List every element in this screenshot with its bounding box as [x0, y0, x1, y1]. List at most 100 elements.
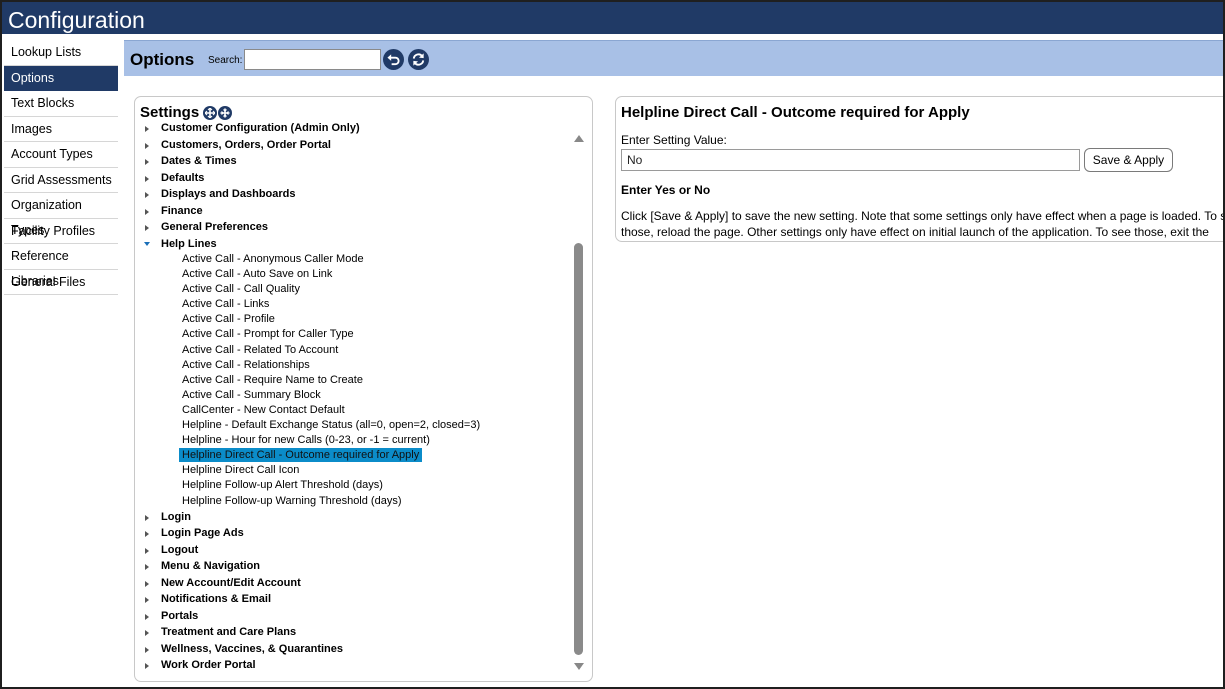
tree-item-label: Active Call - Links: [182, 298, 270, 311]
collapsed-arrow-icon[interactable]: [145, 159, 149, 165]
tree-category[interactable]: Customers, Orders, Order Portal: [135, 137, 571, 154]
search-label: Search:: [208, 55, 243, 66]
tree-category[interactable]: Wellness, Vaccines, & Quarantines: [135, 641, 571, 658]
tree-item[interactable]: Helpline Follow-up Warning Threshold (da…: [135, 494, 571, 509]
tree-item[interactable]: Helpline - Default Exchange Status (all=…: [135, 418, 571, 433]
collapsed-arrow-icon[interactable]: [145, 208, 149, 215]
collapsed-arrow-icon[interactable]: [145, 580, 149, 587]
collapsed-arrow-icon[interactable]: [145, 225, 149, 231]
tree-category-label: Portals: [161, 609, 199, 622]
collapsed-arrow-icon[interactable]: [145, 175, 149, 182]
tree-category-label: Dates & Times: [161, 155, 237, 167]
scroll-up-icon[interactable]: [574, 135, 584, 142]
settings-tree: Customer Configuration (Admin Only) Custo…: [135, 123, 571, 675]
collapsed-arrow-icon[interactable]: [145, 613, 149, 620]
setting-value-label: Enter Setting Value:: [621, 133, 727, 147]
tree-category-label: Defaults: [161, 171, 205, 184]
tree-category-label: Customers, Orders, Order Portal: [161, 138, 331, 151]
settings-title: Settings: [140, 104, 200, 121]
undo-arrow-icon[interactable]: [383, 49, 404, 70]
tree-item[interactable]: CallCenter - New Contact Default: [135, 403, 571, 418]
main-area: Options Search: Settings Customer Config…: [124, 40, 1223, 687]
collapsed-arrow-icon[interactable]: [145, 192, 149, 198]
expanded-arrow-icon[interactable]: [144, 241, 150, 246]
scrollbar-thumb[interactable]: [574, 243, 583, 655]
collapsed-arrow-icon[interactable]: [145, 597, 149, 604]
tree-item-label: Active Call - Call Quality: [182, 283, 300, 296]
tree-category-label: Notifications & Email: [161, 593, 272, 606]
tree-category[interactable]: Notifications & Email: [135, 591, 571, 608]
tree-category[interactable]: Login Page Ads: [135, 525, 571, 542]
tree-category[interactable]: Displays and Dashboards: [135, 186, 571, 203]
tree-item[interactable]: Helpline Direct Call Icon: [135, 463, 571, 478]
tree-category[interactable]: General Preferences: [135, 219, 571, 236]
tree-item[interactable]: Active Call - Auto Save on Link: [135, 267, 571, 282]
tree-item[interactable]: Active Call - Anonymous Caller Mode: [135, 252, 571, 267]
sidebar-item-text-blocks[interactable]: Text Blocks: [4, 91, 118, 117]
options-toolbar: Options Search:: [124, 40, 1223, 76]
tree-category[interactable]: Dates & Times: [135, 153, 571, 170]
collapsed-arrow-icon[interactable]: [145, 547, 149, 554]
tree-item[interactable]: Active Call - Prompt for Caller Type: [135, 327, 571, 342]
sidebar-item-images[interactable]: Images: [4, 117, 118, 142]
setting-value-input[interactable]: [621, 149, 1080, 171]
search-input[interactable]: [244, 49, 381, 70]
sidebar-item-facility-profiles[interactable]: Facility Profiles: [4, 219, 118, 244]
tree-category[interactable]: Logout: [135, 542, 571, 559]
tree-item-label: Helpline Follow-up Warning Threshold (da…: [182, 494, 402, 507]
sidebar-item-general-files[interactable]: General Files: [4, 270, 118, 295]
tree-item[interactable]: Active Call - Call Quality: [135, 282, 571, 297]
tree-item[interactable]: Active Call - Links: [135, 297, 571, 312]
sidebar-item-account-types[interactable]: Account Types: [4, 142, 118, 168]
tree-item[interactable]: Active Call - Require Name to Create: [135, 373, 571, 388]
tree-category-label: Treatment and Care Plans: [161, 626, 297, 639]
collapsed-arrow-icon[interactable]: [145, 663, 149, 670]
collapsed-arrow-icon[interactable]: [145, 646, 149, 653]
save-apply-button[interactable]: Save & Apply: [1084, 148, 1173, 172]
collapsed-arrow-icon[interactable]: [145, 630, 149, 637]
collapse-all-icon[interactable]: [218, 105, 233, 120]
settings-header: Settings: [140, 104, 233, 121]
collapsed-arrow-icon[interactable]: [145, 531, 149, 538]
tree-item[interactable]: Active Call - Profile: [135, 312, 571, 327]
tree-item[interactable]: Helpline - Hour for new Calls (0-23, or …: [135, 433, 571, 448]
tree-item-label: Active Call - Require Name to Create: [182, 373, 363, 386]
tree-item-label: Active Call - Related To Account: [182, 343, 339, 356]
collapsed-arrow-icon[interactable]: [145, 142, 149, 149]
sidebar-item-reference-libraries[interactable]: Reference Libraries: [4, 244, 118, 288]
scroll-down-icon[interactable]: [574, 663, 584, 670]
collapsed-arrow-icon[interactable]: [145, 564, 149, 571]
collapsed-arrow-icon[interactable]: [145, 126, 149, 132]
tree-category[interactable]: Menu & Navigation: [135, 558, 571, 575]
tree-category[interactable]: New Account/Edit Account: [135, 575, 571, 592]
tree-item-label: Helpline Direct Call - Outcome required …: [179, 448, 423, 463]
tree-item-label: Helpline Follow-up Alert Threshold (days…: [182, 479, 383, 492]
expand-all-icon[interactable]: [203, 105, 218, 120]
sidebar-item-lookup-lists[interactable]: Lookup Lists: [4, 40, 118, 66]
tree-category[interactable]: Customer Configuration (Admin Only): [135, 123, 571, 137]
collapsed-arrow-icon[interactable]: [145, 514, 149, 521]
tree-category[interactable]: Treatment and Care Plans: [135, 624, 571, 641]
tree-category[interactable]: Login: [135, 509, 571, 526]
sidebar-item-options[interactable]: Options: [4, 65, 118, 91]
tree-item[interactable]: Active Call - Relationships: [135, 358, 571, 373]
refresh-icon[interactable]: [408, 49, 429, 70]
tree-item-label: Active Call - Anonymous Caller Mode: [182, 253, 364, 265]
tree-item-selected[interactable]: Helpline Direct Call - Outcome required …: [135, 448, 571, 463]
tree-item[interactable]: Active Call - Related To Account: [135, 343, 571, 358]
tree-item-label: Helpline - Default Exchange Status (all=…: [182, 419, 481, 432]
tree-item[interactable]: Helpline Follow-up Alert Threshold (days…: [135, 478, 571, 493]
tree-category[interactable]: Help Lines: [135, 236, 571, 253]
sidebar-item-grid-assessments[interactable]: Grid Assessments: [4, 168, 118, 193]
tree-item-label: Active Call - Relationships: [182, 358, 310, 371]
tree-category[interactable]: Work Order Portal: [135, 657, 571, 674]
setting-detail-panel: Helpline Direct Call - Outcome required …: [615, 96, 1223, 242]
tree-scrollbar[interactable]: [572, 133, 586, 679]
tree-category[interactable]: Portals: [135, 608, 571, 625]
setting-hint: Enter Yes or No: [621, 183, 711, 197]
sidebar: Lookup Lists Options Text Blocks Images Acco…: [2, 40, 120, 687]
tree-category[interactable]: Defaults: [135, 170, 571, 187]
sidebar-item-organization-types[interactable]: Organization Types: [4, 193, 118, 237]
tree-category[interactable]: Finance: [135, 203, 571, 220]
tree-item[interactable]: Active Call - Summary Block: [135, 388, 571, 403]
